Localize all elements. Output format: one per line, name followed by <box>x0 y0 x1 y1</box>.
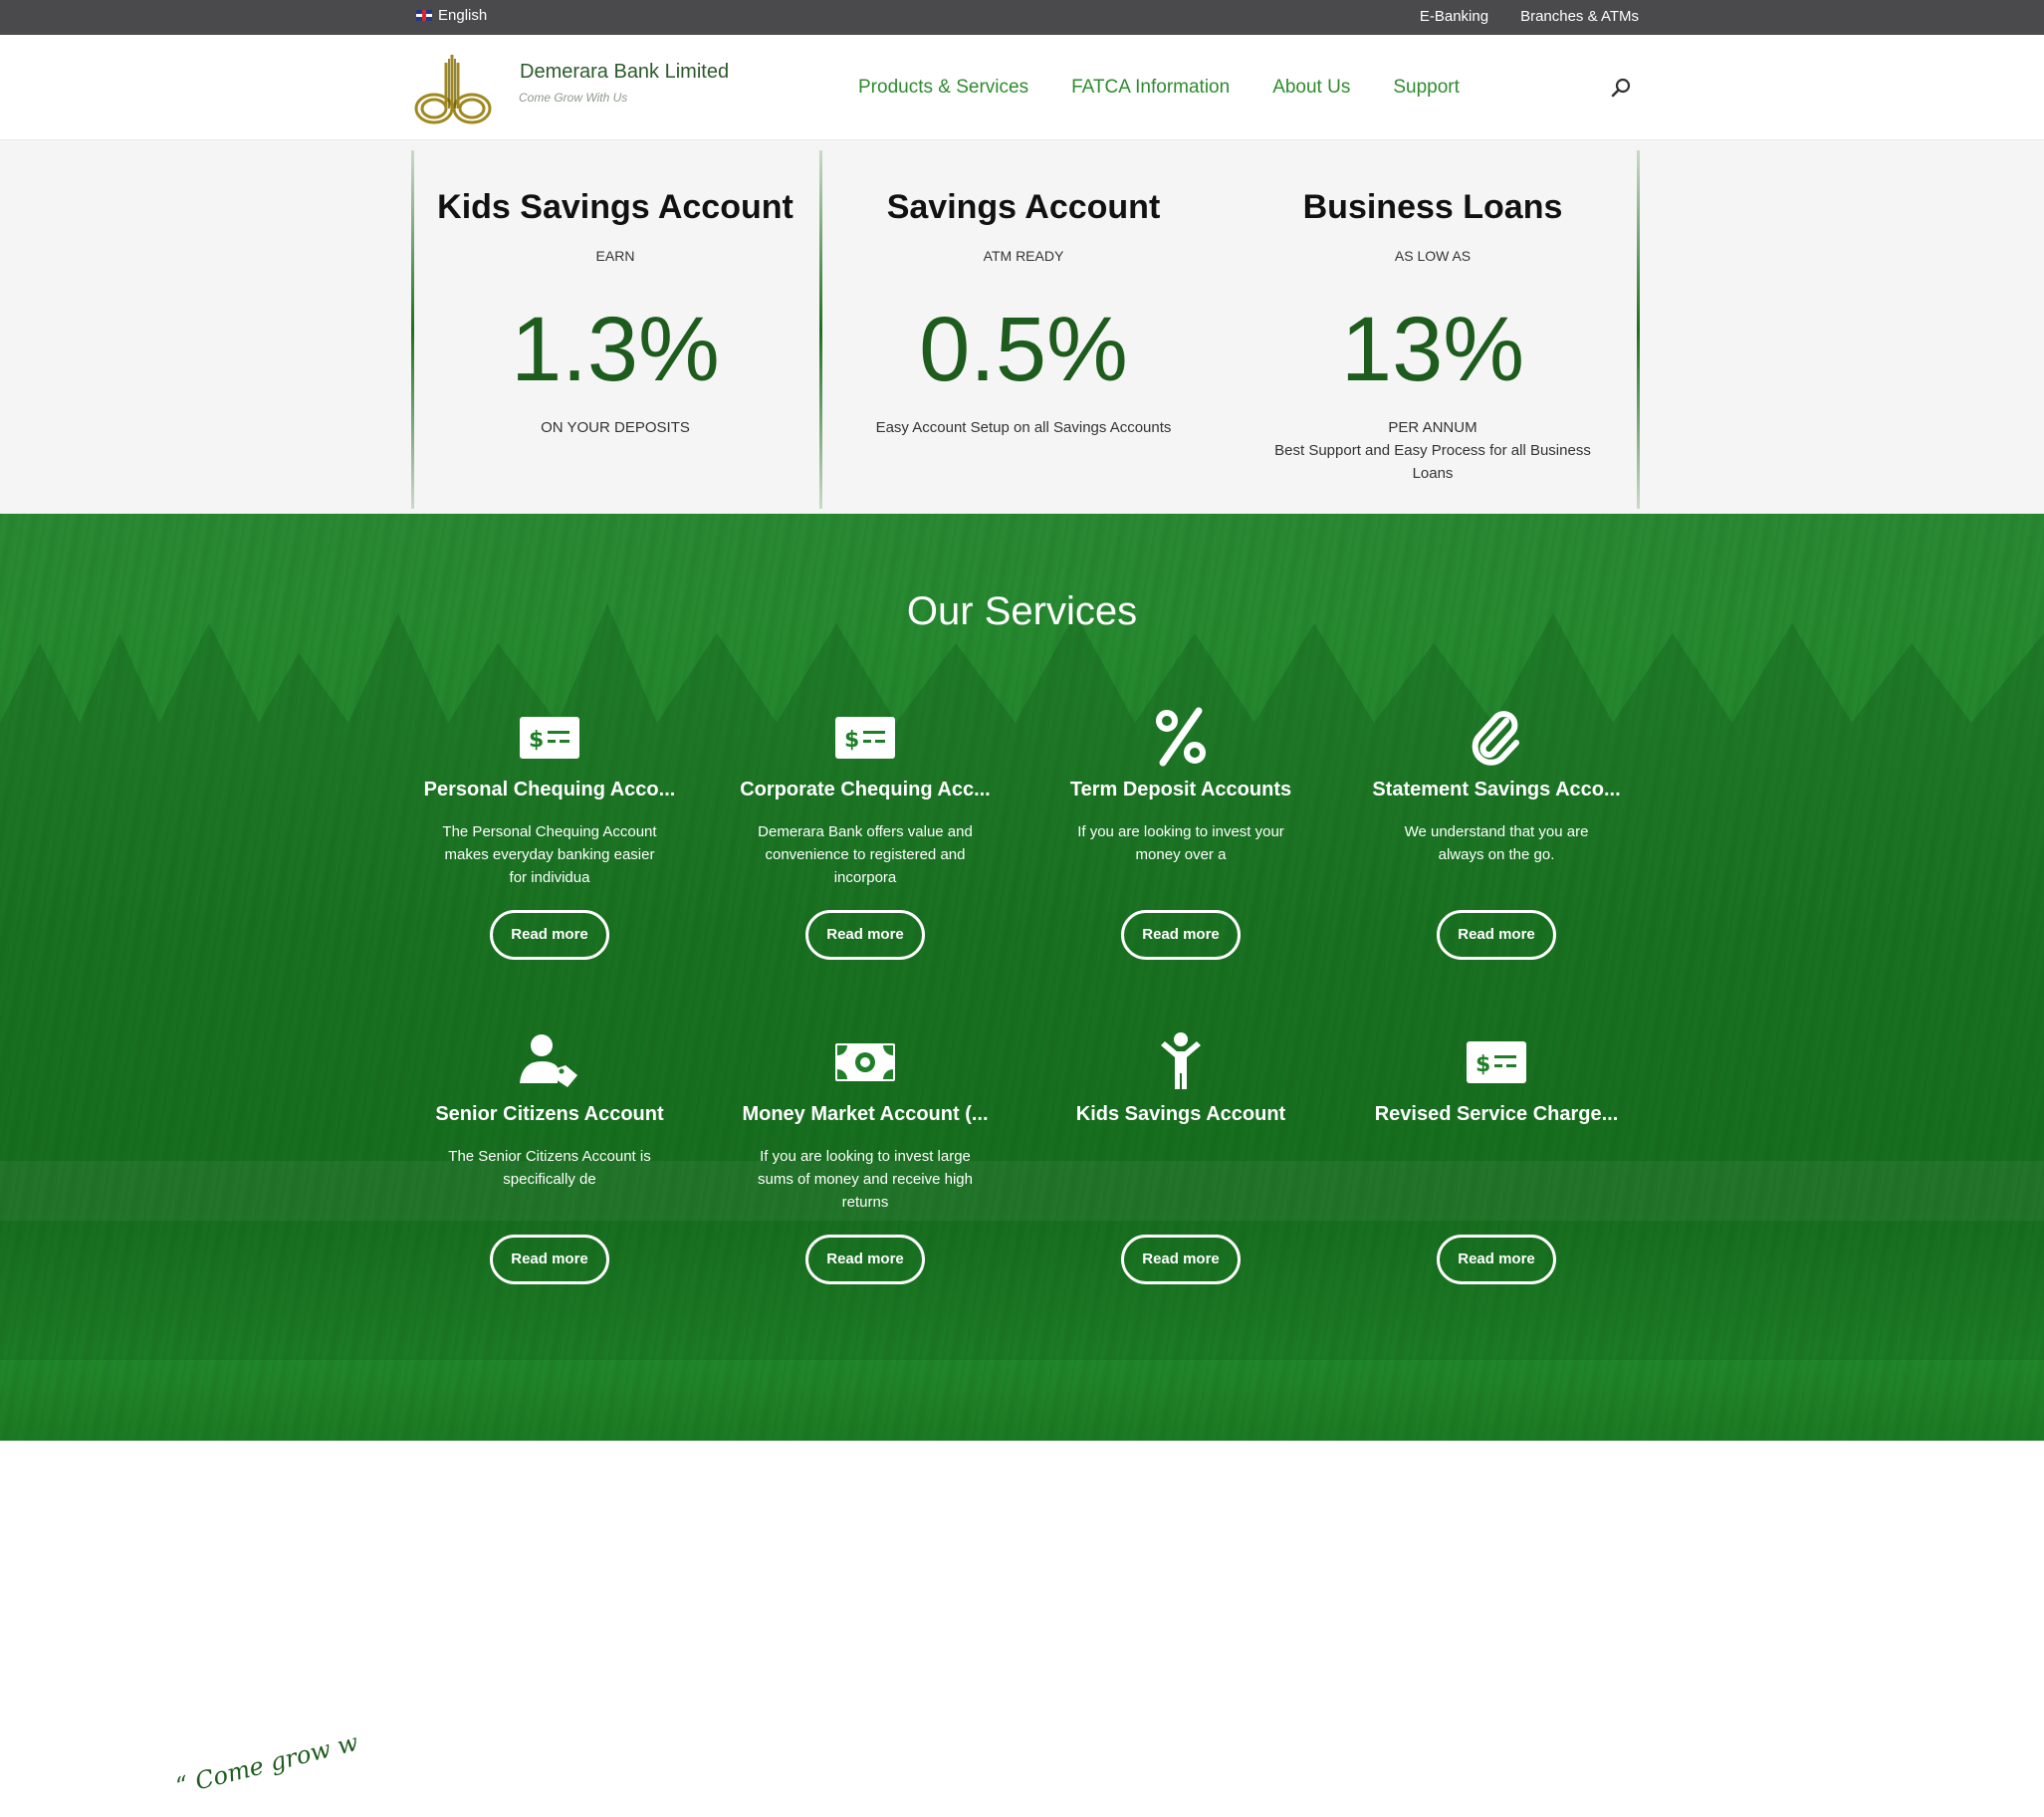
nav-fatca-information[interactable]: FATCA Information <box>1071 77 1230 99</box>
rate-card-footer-label: PER ANNUM <box>1388 419 1477 436</box>
language-label: English <box>438 7 488 24</box>
bank-logo-icon[interactable] <box>412 53 494 124</box>
nav-products-services[interactable]: Products & Services <box>858 77 1028 99</box>
service-description: The Senior Citizens Account is specifica… <box>448 1148 651 1188</box>
service-description: If you are looking to invest large sums … <box>758 1148 973 1211</box>
read-more-button[interactable]: Read more <box>1437 910 1556 960</box>
rate-card-title: Kids Savings Account <box>437 188 794 226</box>
money-bill-icon <box>835 1043 895 1081</box>
svg-text:$: $ <box>529 728 544 753</box>
rate-card-title: Business Loans <box>1302 188 1563 226</box>
service-title[interactable]: Corporate Chequing Acc... <box>736 779 995 801</box>
rate-value: 1.3% <box>511 299 720 400</box>
language-selector[interactable]: English <box>416 7 487 24</box>
read-more-button[interactable]: Read more <box>490 1235 609 1284</box>
service-title[interactable]: Term Deposit Accounts <box>1051 779 1310 801</box>
percent-icon <box>1156 707 1206 767</box>
rate-card-footer-text: Best Support and Easy Process for all Bu… <box>1274 442 1591 482</box>
uk-flag-icon <box>416 10 432 21</box>
service-title[interactable]: Revised Service Charge... <box>1367 1103 1626 1126</box>
rate-card-subtitle: EARN <box>595 248 635 264</box>
rate-card-business-loans: Business Loans AS LOW AS 13% PER ANNUM Be… <box>1229 150 1640 509</box>
forest-background <box>0 603 2044 1360</box>
service-title[interactable]: Statement Savings Acco... <box>1367 779 1626 801</box>
rate-card-savings: Savings Account ATM READY 0.5% Easy Acco… <box>819 150 1228 509</box>
services-section: Our Services $ Personal Chequing Acco...… <box>0 514 2044 1441</box>
brand-name[interactable]: Demerara Bank Limited <box>520 61 729 84</box>
service-description: If you are looking to invest your money … <box>1077 823 1284 863</box>
rate-card-title: Savings Account <box>886 188 1161 226</box>
read-more-button[interactable]: Read more <box>490 910 609 960</box>
money-check-icon: $ <box>835 717 895 759</box>
rates-section: Kids Savings Account EARN 1.3% ON YOUR D… <box>0 140 2044 514</box>
rate-card-subtitle: AS LOW AS <box>1394 248 1472 264</box>
site-header: Demerara Bank Limited Come Grow With Us … <box>0 35 2044 140</box>
read-more-button[interactable]: Read more <box>805 910 925 960</box>
e-banking-link[interactable]: E-Banking <box>1420 8 1488 25</box>
service-description: We understand that you are always on the… <box>1404 823 1589 863</box>
top-links: E-Banking Branches & ATMs <box>1420 8 1639 25</box>
slogan-text: “ Come grow with us ” <box>173 1719 356 1789</box>
rate-card-footer: Easy Account Setup on all Savings Accoun… <box>875 419 1172 436</box>
read-more-button[interactable]: Read more <box>1121 910 1241 960</box>
rate-card-footer: ON YOUR DEPOSITS <box>541 419 690 436</box>
money-check-icon: $ <box>520 717 579 759</box>
card-divider <box>1637 150 1640 509</box>
services-title: Our Services <box>906 589 1138 633</box>
service-title[interactable]: Money Market Account (... <box>736 1103 995 1126</box>
service-title[interactable]: Kids Savings Account <box>1051 1103 1310 1126</box>
rate-value: 13% <box>1340 299 1525 400</box>
footer: “ Come grow with us ” <box>0 1441 2044 1817</box>
service-title[interactable]: Personal Chequing Acco... <box>420 779 679 801</box>
rate-card-subtitle: ATM READY <box>983 248 1064 264</box>
service-description: The Personal Chequing Account makes ever… <box>442 823 657 886</box>
rate-value: 0.5% <box>919 299 1128 400</box>
rate-card-footer: PER ANNUM Best Support and Easy Process f… <box>1258 416 1607 485</box>
money-check-icon: $ <box>1467 1041 1526 1083</box>
user-tag-icon <box>520 1034 577 1087</box>
read-more-button[interactable]: Read more <box>805 1235 925 1284</box>
main-nav: Products & Services FATCA Information Ab… <box>858 77 1460 99</box>
nav-about-us[interactable]: About Us <box>1272 77 1350 99</box>
service-description: Demerara Bank offers value and convenien… <box>758 823 973 886</box>
top-bar: English E-Banking Branches & ATMs <box>0 0 2044 35</box>
slogan-script: “ Come grow with us ” <box>173 1719 356 1789</box>
search-icon[interactable] <box>1610 77 1632 99</box>
brand-tagline: Come Grow With Us <box>519 91 628 105</box>
read-more-button[interactable]: Read more <box>1437 1235 1556 1284</box>
nav-support[interactable]: Support <box>1393 77 1460 99</box>
svg-text:$: $ <box>1476 1052 1490 1077</box>
read-more-button[interactable]: Read more <box>1121 1235 1241 1284</box>
child-icon <box>1161 1032 1201 1089</box>
service-title[interactable]: Senior Citizens Account <box>420 1103 679 1126</box>
paperclip-icon <box>1472 711 1519 766</box>
branches-atms-link[interactable]: Branches & ATMs <box>1520 8 1639 25</box>
svg-text:$: $ <box>844 728 859 753</box>
rate-card-kids-savings: Kids Savings Account EARN 1.3% ON YOUR D… <box>411 150 822 509</box>
